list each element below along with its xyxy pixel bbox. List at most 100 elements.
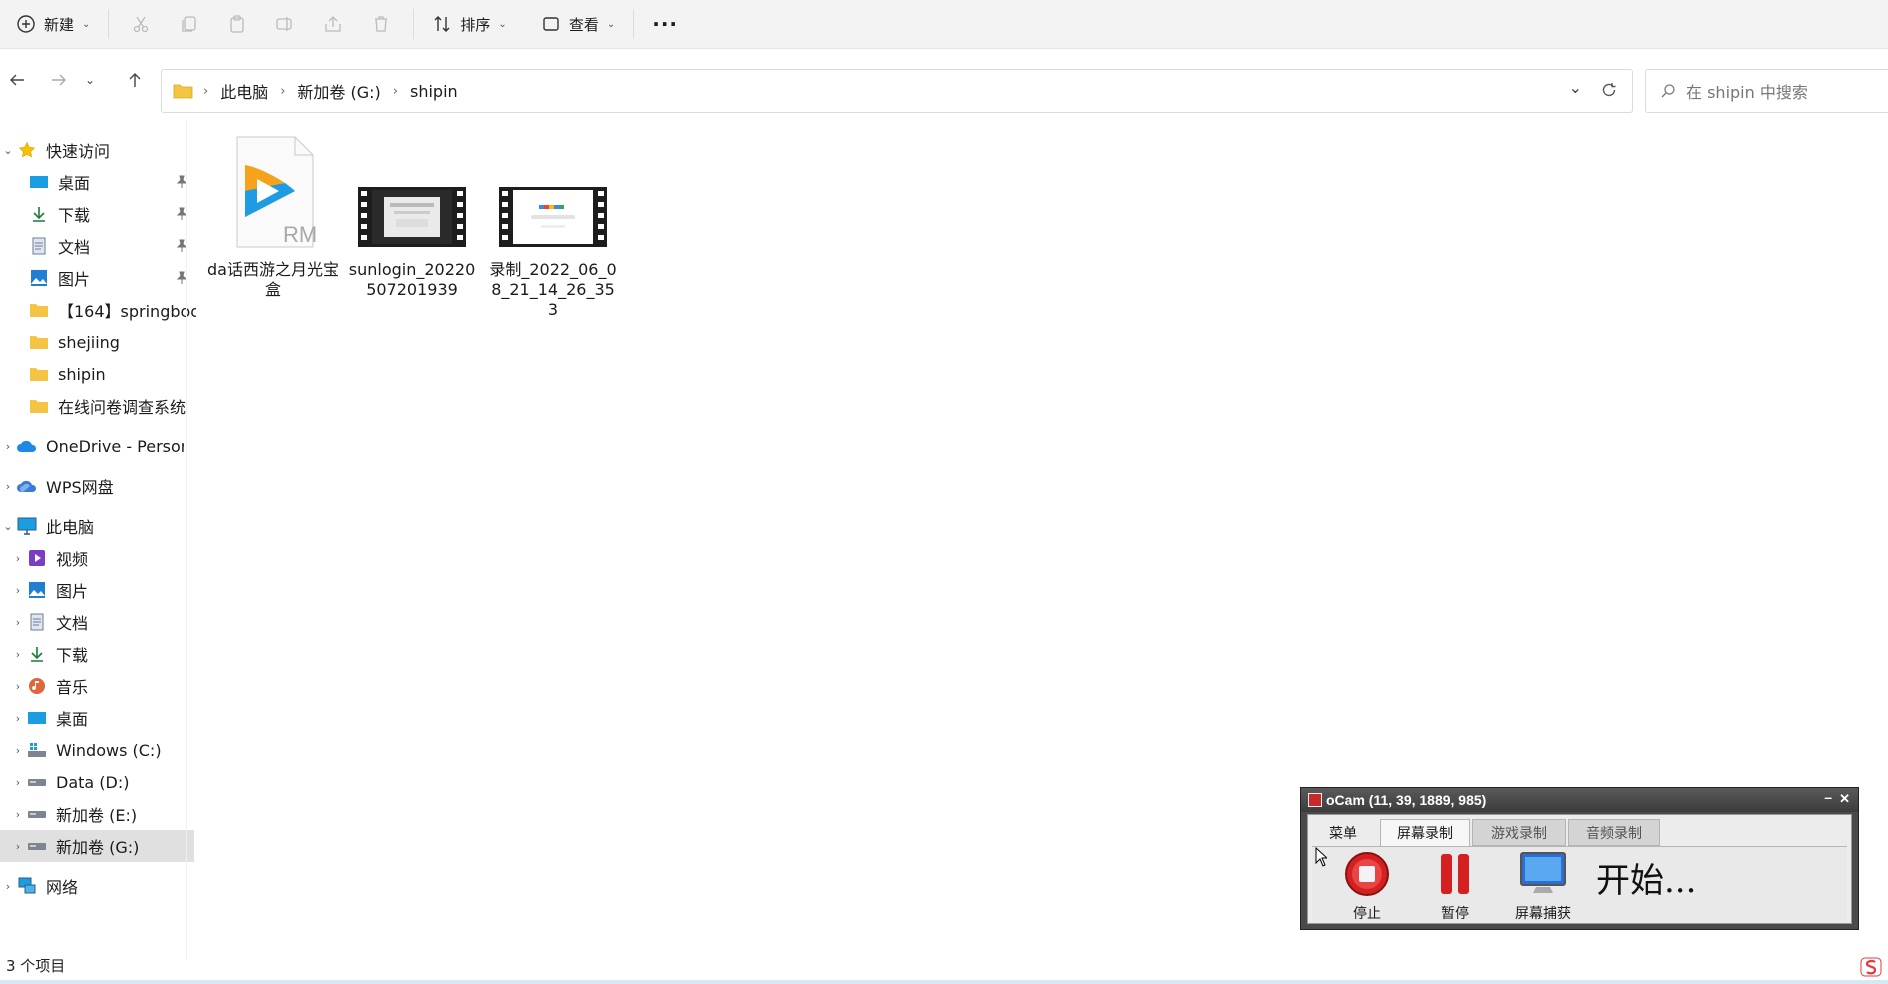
- breadcrumb-this-pc[interactable]: 此电脑: [220, 79, 268, 103]
- video-thumbnail-icon: [358, 187, 466, 247]
- chevron-right-icon: ›: [203, 83, 209, 99]
- download-icon: [26, 644, 48, 664]
- sidebar-item-drive-d[interactable]: › Data (D:): [0, 766, 194, 798]
- ocam-content: 菜单 屏幕录制 游戏录制 音频录制 停止 暂停 屏幕捕获 开始...: [1307, 814, 1852, 924]
- chevron-down-icon[interactable]: ⌄: [0, 144, 16, 157]
- chevron-right-icon[interactable]: ›: [10, 712, 26, 725]
- sidebar-item-quick-access[interactable]: ⌄ 快速访问: [0, 134, 184, 166]
- recent-locations-button[interactable]: ⌄: [80, 57, 100, 103]
- chevron-right-icon[interactable]: ›: [10, 552, 26, 565]
- chevron-down-icon[interactable]: ⌄: [0, 520, 16, 533]
- chevron-right-icon[interactable]: ›: [10, 840, 26, 853]
- cut-button[interactable]: [117, 6, 165, 42]
- sidebar-item-music[interactable]: › 音乐: [0, 670, 194, 702]
- sidebar-item-label: Data (D:): [56, 772, 130, 792]
- address-history-chevron-icon[interactable]: ⌄: [1569, 78, 1582, 97]
- file-item[interactable]: 录制_2022_06_08_21_14_26_353: [487, 135, 619, 320]
- paste-button[interactable]: [213, 6, 261, 42]
- rename-button[interactable]: [261, 6, 309, 42]
- more-options-button[interactable]: ···: [642, 6, 688, 42]
- breadcrumb-drive-g[interactable]: 新加卷 (G:): [297, 79, 380, 103]
- copy-button[interactable]: [165, 6, 213, 42]
- chevron-right-icon[interactable]: ›: [0, 440, 16, 453]
- ocam-capture-button[interactable]: 屏幕捕获: [1508, 851, 1578, 923]
- back-button[interactable]: [0, 57, 34, 103]
- sidebar-item-videos[interactable]: › 视频: [0, 542, 194, 574]
- sogou-ime-icon[interactable]: [1860, 957, 1882, 977]
- chevron-right-icon[interactable]: ›: [10, 616, 26, 629]
- pictures-icon: [26, 580, 48, 600]
- sidebar-item-downloads-pc[interactable]: › 下载: [0, 638, 194, 670]
- sidebar-item-documents[interactable]: 文档: [0, 230, 196, 262]
- ocam-stop-label: 停止: [1353, 906, 1381, 922]
- search-icon: [1661, 84, 1675, 98]
- sidebar-item-label: 此电脑: [46, 518, 95, 537]
- sidebar-item-downloads[interactable]: 下载: [0, 198, 196, 230]
- ocam-controls-panel: 停止 暂停 屏幕捕获 开始...: [1312, 846, 1847, 923]
- sidebar-item-desktop-pc[interactable]: › 桌面: [0, 702, 194, 734]
- chevron-right-icon[interactable]: ›: [0, 880, 16, 893]
- sidebar-item-label: 桌面: [56, 710, 89, 729]
- sidebar-item-drive-e[interactable]: › 新加卷 (E:): [0, 798, 194, 830]
- up-button[interactable]: [118, 57, 152, 103]
- share-icon: [325, 16, 342, 32]
- ocam-close-button[interactable]: ✕: [1839, 791, 1850, 807]
- ocam-minimize-button[interactable]: –: [1824, 789, 1832, 805]
- ocam-tab-screen-record[interactable]: 屏幕录制: [1380, 819, 1470, 846]
- sidebar-item-folder-springboot[interactable]: 【164】springboo: [0, 294, 196, 326]
- search-box[interactable]: 在 shipin 中搜索: [1645, 69, 1888, 113]
- forward-button[interactable]: [42, 57, 76, 103]
- rm-video-file-icon: RM: [236, 136, 317, 248]
- chevron-right-icon[interactable]: ›: [10, 584, 26, 597]
- sidebar-item-label: 图片: [58, 270, 91, 289]
- file-item[interactable]: sunlogin_20220507201939: [346, 135, 478, 300]
- sidebar-item-drive-c[interactable]: › Windows (C:): [0, 734, 194, 766]
- sidebar-item-network[interactable]: › 网络: [0, 870, 184, 902]
- ocam-tab-audio-record[interactable]: 音频录制: [1568, 819, 1660, 846]
- sidebar-item-pictures[interactable]: 图片: [0, 262, 196, 294]
- sidebar-item-drive-g[interactable]: › 新加卷 (G:): [0, 830, 194, 862]
- ocam-pause-button[interactable]: 暂停: [1420, 851, 1490, 923]
- sidebar-item-label: 下载: [56, 646, 89, 665]
- chevron-right-icon[interactable]: ›: [10, 680, 26, 693]
- desktop-icon: [28, 172, 50, 192]
- file-item[interactable]: RM da话西游之月光宝盒: [207, 135, 339, 300]
- ocam-tab-game-record[interactable]: 游戏录制: [1472, 819, 1566, 846]
- sidebar-item-folder-survey[interactable]: 在线问卷调查系统: [0, 390, 196, 422]
- cloud-icon: [16, 476, 38, 496]
- sidebar-item-this-pc[interactable]: ⌄ 此电脑: [0, 510, 184, 542]
- copy-icon: [182, 16, 197, 32]
- navigation-pane: ⌄ 快速访问 桌面 下载 文档 图片 【164】springboo shejii…: [0, 120, 196, 960]
- arrow-right-icon: [52, 74, 66, 86]
- ocam-tab-menu[interactable]: 菜单: [1314, 819, 1372, 846]
- drive-icon: [26, 772, 48, 792]
- sidebar-item-pictures-pc[interactable]: › 图片: [0, 574, 194, 606]
- sidebar-item-desktop[interactable]: 桌面: [0, 166, 196, 198]
- sidebar-item-onedrive[interactable]: › OneDrive - Persona: [0, 430, 184, 462]
- sidebar-item-documents-pc[interactable]: › 文档: [0, 606, 194, 638]
- cloud-icon: [16, 436, 38, 456]
- sidebar-item-folder-shejiing[interactable]: shejiing: [0, 326, 196, 358]
- drive-icon: [26, 836, 48, 856]
- ocam-stop-button[interactable]: 停止: [1332, 851, 1402, 923]
- sort-button[interactable]: 排序 ⌄: [422, 6, 516, 42]
- sidebar-item-wps[interactable]: › WPS网盘: [0, 470, 184, 502]
- scissors-icon: [134, 16, 149, 33]
- view-button[interactable]: 查看 ⌄: [531, 6, 625, 42]
- chevron-right-icon[interactable]: ›: [10, 808, 26, 821]
- chevron-right-icon[interactable]: ›: [0, 480, 16, 493]
- refresh-icon[interactable]: [1600, 81, 1618, 99]
- chevron-right-icon[interactable]: ›: [10, 648, 26, 661]
- folder-icon: [28, 396, 50, 416]
- address-bar[interactable]: › 此电脑 › 新加卷 (G:) › shipin ⌄: [161, 69, 1633, 113]
- ocam-title-bar[interactable]: oCam (11, 39, 1889, 985) – ✕: [1301, 788, 1858, 812]
- share-button[interactable]: [309, 6, 357, 42]
- new-button[interactable]: 新建 ⌄: [6, 6, 100, 42]
- breadcrumb-shipin[interactable]: shipin: [410, 82, 458, 101]
- ocam-capture-label: 屏幕捕获: [1515, 906, 1571, 922]
- sidebar-item-folder-shipin[interactable]: shipin: [0, 358, 196, 390]
- chevron-right-icon[interactable]: ›: [10, 776, 26, 789]
- chevron-right-icon[interactable]: ›: [10, 744, 26, 757]
- delete-button[interactable]: [357, 6, 405, 42]
- sidebar-item-label: Windows (C:): [56, 740, 162, 760]
